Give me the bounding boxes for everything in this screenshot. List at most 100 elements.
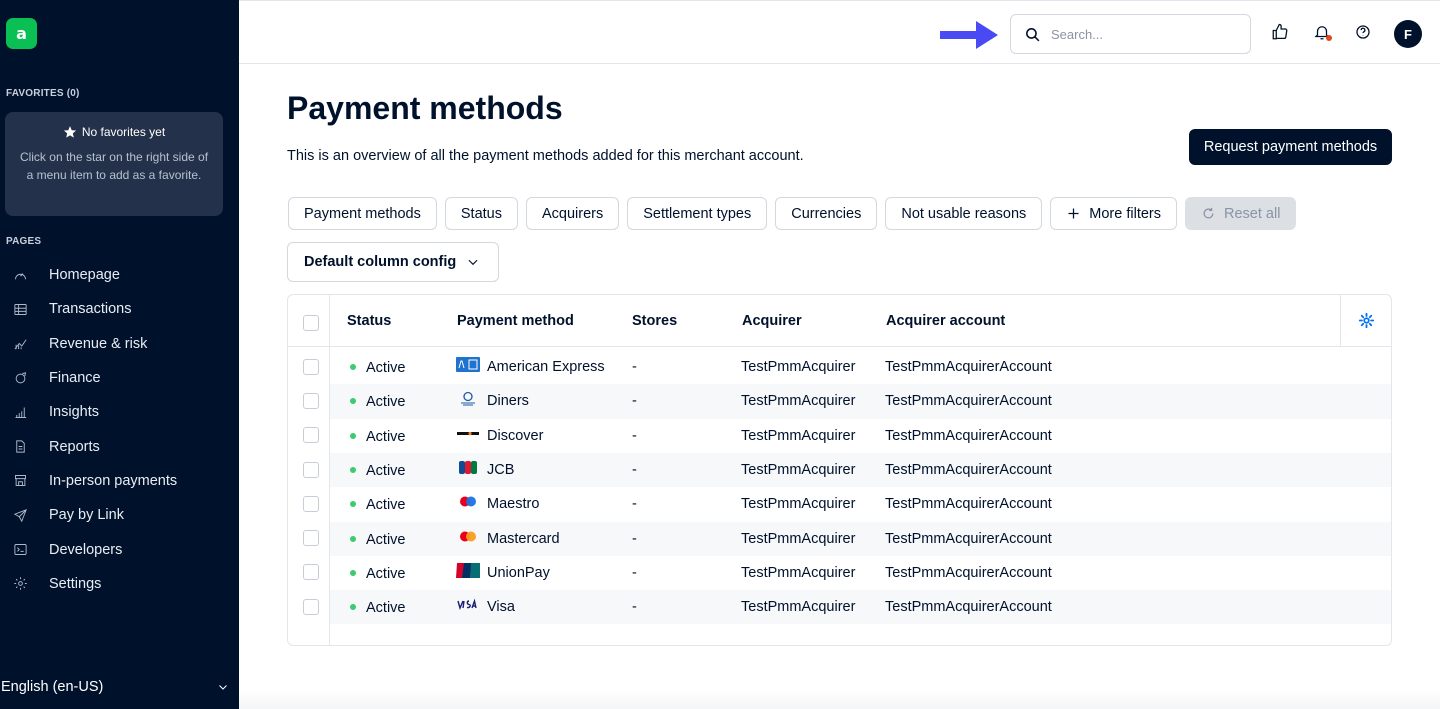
sidebar: a FAVORITES (0) No favorites yet Click o…: [0, 0, 239, 709]
checkbox-column: [288, 295, 330, 645]
sidebar-item-insights[interactable]: Insights: [0, 395, 239, 429]
sidebar-item-pay-by-link[interactable]: Pay by Link: [0, 498, 239, 532]
row-acquirer-account: TestPmmAcquirerAccount: [885, 393, 1052, 410]
row-checkbox[interactable]: [303, 496, 319, 512]
table-row[interactable]: Active Discover - TestPmmAcquirer TestPm…: [330, 419, 1391, 453]
header-acquirer-account[interactable]: Acquirer account: [886, 313, 1005, 329]
header-acquirer[interactable]: Acquirer: [742, 313, 802, 329]
row-acquirer: TestPmmAcquirer: [741, 530, 856, 547]
request-payment-methods-button[interactable]: Request payment methods: [1189, 129, 1392, 165]
sidebar-item-transactions[interactable]: Transactions: [0, 292, 239, 326]
feedback-button[interactable]: [1271, 23, 1289, 41]
header-stores[interactable]: Stores: [632, 313, 677, 329]
status-active-dot: [350, 501, 356, 508]
sidebar-item-finance[interactable]: Finance: [0, 361, 239, 395]
more-filters-label: More filters: [1089, 205, 1161, 222]
table-row[interactable]: Active Visa - TestPmmAcquirer TestPmmAcq…: [330, 590, 1391, 625]
column-config-label: Default column config: [304, 254, 457, 270]
row-checkbox[interactable]: [303, 359, 319, 375]
table-row[interactable]: Active JCB - TestPmmAcquirer TestPmmAcqu…: [330, 452, 1391, 488]
notification-badge: [1326, 35, 1332, 41]
row-stores: -: [632, 530, 637, 547]
table-settings-button[interactable]: [1340, 295, 1391, 346]
row-payment-method: Visa: [487, 599, 515, 616]
search-icon: [1026, 27, 1040, 41]
sidebar-item-reports[interactable]: Reports: [0, 429, 239, 463]
row-status: Active: [366, 531, 406, 548]
filter-currencies[interactable]: Currencies: [775, 197, 878, 230]
filter-not-usable-reasons[interactable]: Not usable reasons: [885, 197, 1043, 230]
row-status: Active: [366, 360, 406, 376]
store-icon: [15, 475, 26, 487]
logo-letter: a: [16, 24, 27, 43]
sidebar-item-revenue-risk[interactable]: Revenue & risk: [0, 327, 239, 361]
table-row[interactable]: Active Maestro - TestPmmAcquirer TestPmm…: [330, 487, 1391, 521]
adyen-logo[interactable]: a: [6, 18, 37, 49]
filter-bar: Payment methods Status Acquirers Settlem…: [288, 197, 1297, 230]
sidebar-item-label: Homepage: [49, 267, 120, 284]
row-payment-method: American Express: [487, 359, 605, 375]
payment-methods-table: Status Payment method Stores Acquirer Ac…: [287, 294, 1392, 646]
table-icon: [14, 303, 27, 315]
row-acquirer-account: TestPmmAcquirerAccount: [885, 427, 1052, 444]
sidebar-item-settings[interactable]: Settings: [0, 567, 239, 601]
row-status: Active: [366, 394, 406, 411]
reset-all-button[interactable]: Reset all: [1185, 197, 1297, 230]
refresh-icon: [1203, 207, 1214, 219]
row-checkbox[interactable]: [303, 599, 319, 615]
table-row[interactable]: Active American Express - TestPmmAcquire…: [330, 350, 1391, 384]
row-status: Active: [366, 497, 406, 514]
sidebar-item-homepage[interactable]: Homepage: [0, 258, 239, 292]
sidebar-item-label: Revenue & risk: [49, 335, 148, 352]
language-selector[interactable]: English (en-US): [0, 676, 239, 698]
notifications-button[interactable]: [1313, 23, 1332, 41]
row-checkbox[interactable]: [303, 564, 319, 580]
filter-payment-methods[interactable]: Payment methods: [288, 197, 437, 230]
table-row[interactable]: Active Diners - TestPmmAcquirer TestPmmA…: [330, 384, 1391, 419]
sidebar-item-developers[interactable]: Developers: [0, 532, 239, 566]
row-acquirer-account: TestPmmAcquirerAccount: [885, 530, 1052, 547]
more-filters-button[interactable]: More filters: [1050, 197, 1177, 230]
user-avatar[interactable]: F: [1394, 20, 1422, 48]
favorites-empty-card: No favorites yet Click on the star on th…: [5, 112, 223, 216]
row-stores: -: [632, 359, 637, 375]
row-stores: -: [632, 461, 637, 478]
search-box[interactable]: [1010, 14, 1251, 54]
sidebar-item-in-person-payments[interactable]: In-person payments: [0, 464, 239, 498]
row-acquirer-account: TestPmmAcquirerAccount: [885, 496, 1052, 513]
plus-icon: [1068, 208, 1079, 219]
row-payment-method: Diners: [487, 393, 529, 410]
row-checkbox[interactable]: [303, 530, 319, 546]
rocket-icon: [13, 508, 27, 522]
filter-acquirers[interactable]: Acquirers: [525, 197, 620, 230]
row-checkbox[interactable]: [303, 462, 319, 478]
unionpay-icon: [456, 562, 480, 578]
star-icon: [63, 126, 76, 138]
sidebar-item-label: Insights: [49, 404, 99, 421]
column-config-dropdown[interactable]: Default column config: [287, 242, 499, 282]
row-checkbox[interactable]: [303, 427, 319, 443]
filter-status[interactable]: Status: [444, 197, 518, 230]
search-input[interactable]: [1051, 26, 1231, 42]
row-acquirer: TestPmmAcquirer: [741, 359, 856, 375]
row-acquirer: TestPmmAcquirer: [741, 599, 856, 616]
row-acquirer-account: TestPmmAcquirerAccount: [885, 564, 1052, 581]
filter-settlement-types[interactable]: Settlement types: [627, 197, 768, 230]
select-all-checkbox[interactable]: [303, 315, 319, 331]
row-acquirer-account: TestPmmAcquirerAccount: [885, 599, 1052, 616]
table-row[interactable]: Active Mastercard - TestPmmAcquirer Test…: [330, 521, 1391, 556]
header-status[interactable]: Status: [347, 313, 391, 329]
bar-chart-icon: [15, 407, 27, 418]
table-row[interactable]: Active UnionPay - TestPmmAcquirer TestPm…: [330, 556, 1391, 590]
row-status: Active: [366, 462, 406, 479]
discover-icon: [456, 426, 480, 441]
help-button[interactable]: [1354, 23, 1372, 41]
row-checkbox[interactable]: [303, 393, 319, 409]
amex-icon: [456, 357, 480, 372]
thumbs-up-icon: [1272, 23, 1288, 40]
row-stores: -: [632, 564, 637, 581]
row-acquirer: TestPmmAcquirer: [741, 564, 856, 581]
jcb-icon: [456, 460, 480, 475]
top-bar: F: [239, 0, 1440, 64]
header-payment-method[interactable]: Payment method: [457, 313, 574, 329]
